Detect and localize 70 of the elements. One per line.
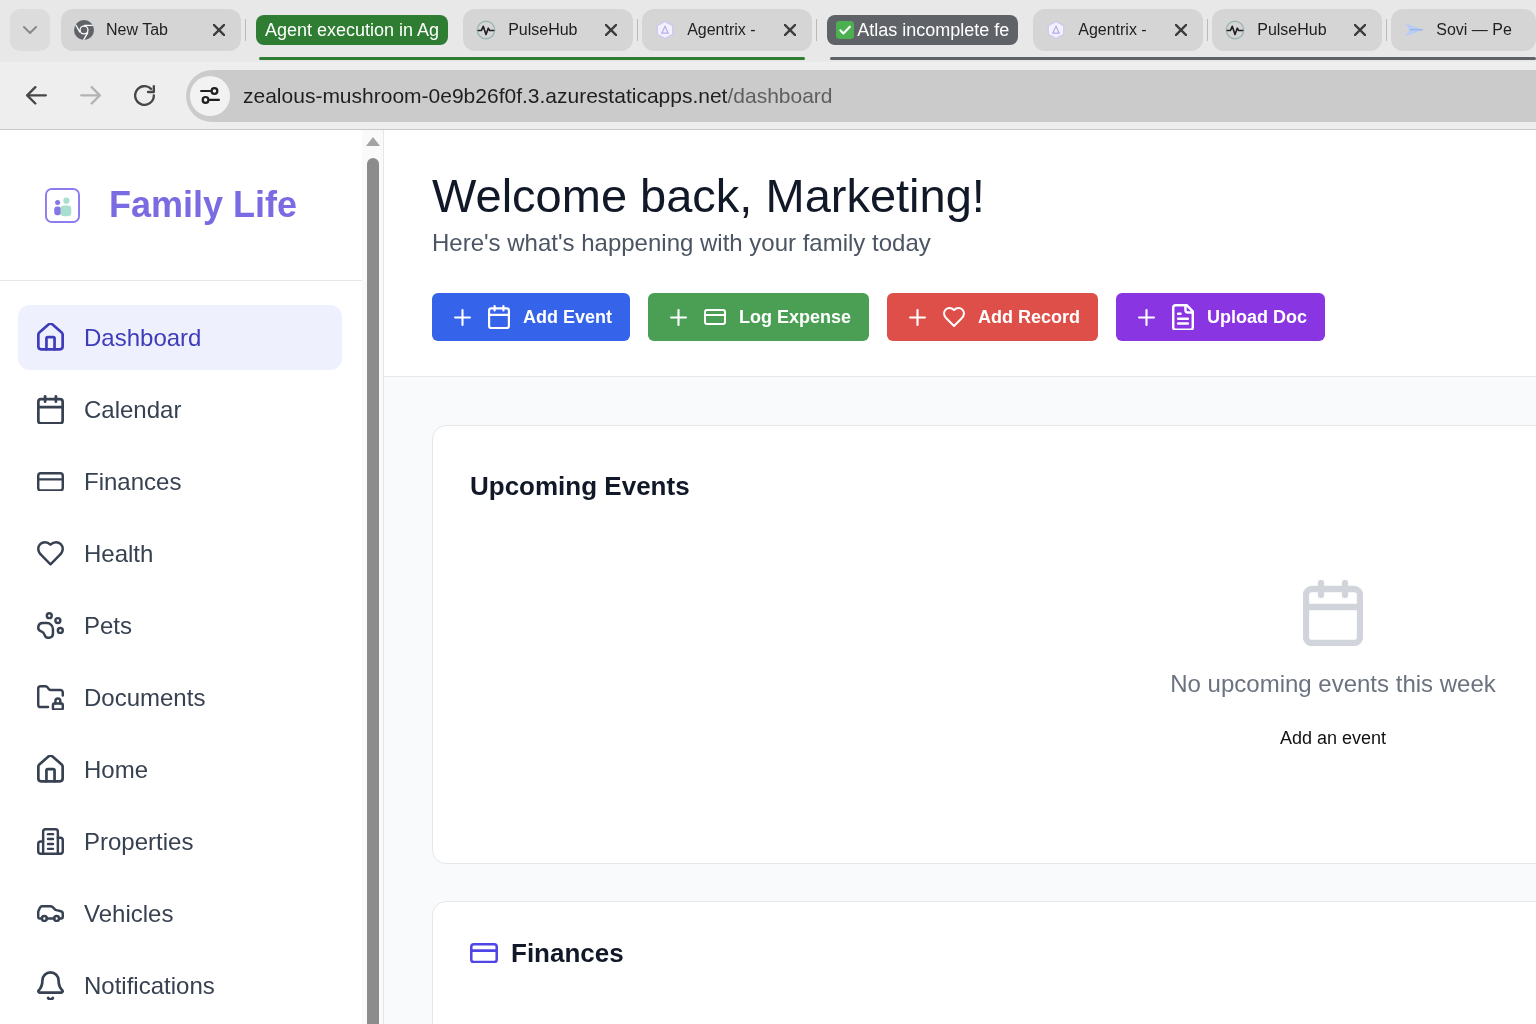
heartbeat-icon <box>476 20 497 40</box>
sliders-icon <box>200 87 220 104</box>
browser-tab[interactable]: PulseHub <box>1212 9 1383 51</box>
calendar-icon <box>1303 579 1363 646</box>
quick-action-button[interactable]: Upload Doc <box>1116 293 1326 341</box>
chevron-down-icon <box>23 26 37 34</box>
browser-tab[interactable]: Sovi — Pe <box>1391 9 1536 51</box>
family-logo-icon <box>45 187 80 223</box>
tab-group-label[interactable]: Agent execution in Ag <box>256 15 449 45</box>
empty-state-message: No upcoming events this week <box>1170 669 1496 698</box>
folder-lock-icon <box>37 684 64 711</box>
nav-item[interactable]: Health <box>18 521 342 586</box>
arrow-right-icon <box>79 86 101 105</box>
site-info-button[interactable] <box>190 75 230 116</box>
quick-action-button[interactable]: Add Record <box>887 293 1099 341</box>
nav-item[interactable]: Pets <box>18 593 342 658</box>
section-title: Finances <box>511 937 624 969</box>
browser-tab[interactable]: PulseHub <box>463 9 634 51</box>
heart-icon <box>943 307 966 327</box>
paw-print-icon <box>37 612 64 639</box>
house-icon <box>37 323 64 352</box>
tab-group-label[interactable]: Atlas incomplete fe <box>827 15 1019 45</box>
close-icon[interactable] <box>1175 24 1188 36</box>
chrome-logo-icon <box>74 20 94 40</box>
nav-item[interactable]: Properties <box>18 809 342 874</box>
credit-card-icon <box>470 942 498 964</box>
browser-tab[interactable]: Agentrix - <box>642 9 813 51</box>
plus-icon <box>670 308 687 326</box>
hexagon-logo-icon <box>1046 20 1067 40</box>
nav-item[interactable]: Documents <box>18 665 342 730</box>
scrollbar-track[interactable] <box>362 130 384 1024</box>
hexagon-logo-icon <box>655 20 676 40</box>
scrollbar-thumb[interactable] <box>366 158 379 1024</box>
plus-icon <box>1138 308 1156 326</box>
section-title: Upcoming Events <box>470 470 691 502</box>
reload-icon <box>133 85 155 106</box>
building-icon <box>37 828 64 855</box>
address-bar[interactable]: zealous-mushroom-0e9b26f0f.3.azurestaticapps.net/dashboard <box>186 69 1536 122</box>
credit-card-icon <box>704 309 726 325</box>
credit-card-icon <box>37 471 64 492</box>
calendar-icon <box>37 394 64 425</box>
nav-item[interactable]: Notifications <box>18 953 342 1018</box>
nav-item[interactable]: Home <box>18 737 342 802</box>
nav-item[interactable]: Finances <box>18 449 342 514</box>
nav-item[interactable]: Vehicles <box>18 881 342 946</box>
quick-action-button[interactable]: Add Event <box>432 293 630 341</box>
page-title: Welcome back, Marketing! <box>432 168 986 224</box>
bell-icon <box>37 970 64 1001</box>
paper-plane-icon <box>1404 22 1425 38</box>
close-icon[interactable] <box>1354 24 1367 36</box>
plus-icon <box>909 308 927 326</box>
close-icon[interactable] <box>213 24 225 36</box>
add-event-link[interactable]: Add an event <box>1279 727 1387 749</box>
document-icon <box>1172 303 1195 331</box>
nav-item[interactable]: Dashboard <box>18 305 342 370</box>
car-icon <box>37 904 64 923</box>
calendar-icon <box>488 304 510 330</box>
close-icon[interactable] <box>605 24 618 36</box>
checkbox-icon <box>836 21 855 39</box>
browser-tab[interactable]: New Tab <box>61 9 241 51</box>
arrow-left-icon <box>25 86 47 105</box>
heartbeat-icon <box>1225 20 1246 40</box>
app-name: Family Life <box>109 184 298 226</box>
close-icon[interactable] <box>784 24 797 36</box>
nav-item[interactable]: Calendar <box>18 377 342 442</box>
heart-icon <box>37 541 64 566</box>
house-icon <box>37 755 64 784</box>
plus-icon <box>454 308 471 326</box>
page-subtitle: Here's what's happening with your family today <box>432 228 932 258</box>
browser-tab[interactable]: Agentrix - <box>1033 9 1204 51</box>
